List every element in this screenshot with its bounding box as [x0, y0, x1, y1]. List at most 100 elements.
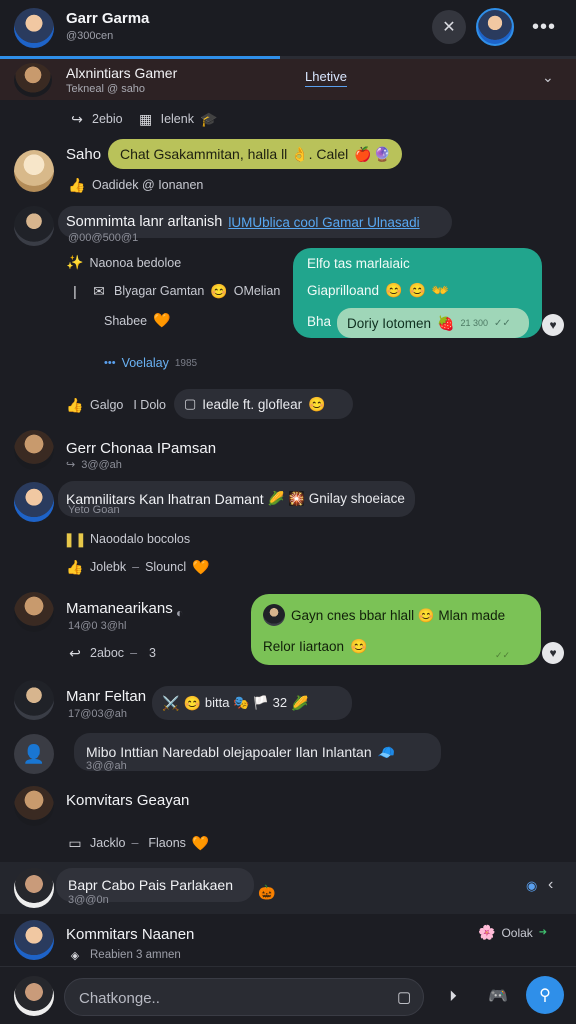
sub-text: Reabien 3 amnen — [90, 949, 181, 961]
pill-text: Doriy Iotomen — [347, 315, 432, 331]
sender-name: Bapr Cabo Pais Parlakaen — [68, 877, 233, 893]
quoted-pill[interactable]: Doriy Iotomen 🍓 21 300 ✓✓ — [337, 308, 529, 338]
book-icon[interactable]: ▦ — [137, 110, 155, 128]
tools-button[interactable]: ✕ — [432, 10, 466, 44]
reaction-emoji: 😊 — [183, 694, 201, 711]
message-time: 17@03@ah — [68, 708, 128, 720]
meta-row: 🌸 Oolak ➜ — [478, 924, 547, 941]
reaction-emoji: 😊 — [210, 282, 228, 299]
composer-input-wrap: ▢ — [64, 978, 424, 1016]
message-link[interactable]: lUMUblica cool Gamar Ulnasadi — [228, 215, 419, 230]
message-text: 🌽 🎇 Gnilay shoeiace — [267, 491, 405, 506]
reply-icon[interactable]: ↪ — [68, 110, 86, 128]
reaction-emoji: 👐 — [431, 282, 450, 298]
globe-icon[interactable]: ◉ — [526, 878, 537, 894]
reaction-button[interactable]: ♥ — [542, 314, 564, 336]
avatar[interactable] — [14, 920, 54, 960]
mic-button[interactable]: ⚲ — [526, 976, 564, 1014]
thumb-icon[interactable]: 👍 — [66, 396, 84, 414]
audio-icon[interactable]: ◐ — [176, 606, 183, 620]
avatar[interactable] — [14, 868, 54, 908]
message-time: Yeto Goan — [68, 504, 120, 516]
time-text: 3@@ah — [81, 458, 122, 471]
message-text: bitta 🎭 🏳️ 32 — [204, 695, 288, 710]
bubble-line-row: Giaprilloand 😊 😊 👐 — [307, 282, 449, 299]
react-label: I Dolo — [133, 398, 167, 412]
message-text: Chat Gsakammitan, halla ll 👌. Calel — [120, 145, 349, 162]
outgoing-bubble[interactable]: Gayn cnes bbar hlall 😊 Mlan made Relor I… — [251, 594, 541, 665]
header-subtitle: @300cen — [66, 30, 114, 42]
chevron-left-icon[interactable]: ‹ — [548, 876, 553, 894]
profile-avatar[interactable] — [476, 8, 514, 46]
bubble-avatar — [263, 604, 285, 626]
avatar[interactable] — [14, 150, 54, 192]
message-text: Mibo Inttian Naredabl olejapoaler Ilan I… — [86, 744, 372, 760]
meta-row: ▭ Jacklo – Flaons 🧡 — [66, 834, 209, 852]
bubble-line: Gayn cnes bbar hlall 😊 Mlan made — [291, 608, 506, 623]
reaction-emoji: 😊 — [308, 395, 326, 412]
message-input[interactable] — [79, 987, 379, 1009]
reaction-emoji: 🧡 — [153, 312, 171, 328]
meta-row: 👍 Jolebk – Slouncl 🧡 — [66, 558, 210, 576]
attach-icon[interactable]: ▢ — [397, 988, 411, 1006]
thumb-icon[interactable]: 👍 — [66, 558, 84, 576]
pinned-subtitle: Tekneal @ saho — [66, 83, 146, 95]
meta-row: ↩ 2aboc – 3 — [66, 644, 156, 662]
avatar[interactable] — [14, 592, 54, 632]
arrow-icon: ➜ — [538, 927, 548, 938]
video-button[interactable]: ⏵ — [440, 982, 466, 1010]
chat-icon[interactable]: ▭ — [66, 834, 84, 852]
reaction-emoji: 🧡 — [191, 834, 210, 851]
meta-row: ✨ Naonoa bedoloe — [66, 254, 181, 271]
sender-name: Sommimta lanr arltanish — [66, 214, 223, 230]
pause-icon: ❚❚ — [63, 530, 87, 547]
dash-icon: – — [131, 836, 139, 850]
tag-icon: ◈ — [70, 949, 80, 962]
chat-icon: ✉ — [93, 282, 105, 299]
bubble-line: Giaprilloand — [307, 283, 380, 298]
avatar[interactable] — [14, 680, 54, 720]
gamepad-button[interactable]: 🎮 — [484, 982, 512, 1010]
sender-name: Komvitars Geayan — [66, 792, 190, 809]
avatar[interactable] — [14, 430, 54, 470]
avatar[interactable] — [14, 786, 54, 826]
message-bubble[interactable]: Mibo Inttian Naredabl olejapoaler Ilan I… — [74, 733, 441, 771]
message-time: 14@0 3@hl — [68, 620, 127, 632]
header-avatar[interactable] — [14, 8, 54, 48]
reaction-emoji: 😊 — [385, 282, 403, 298]
outgoing-bubble[interactable]: Elfo tas marlaiaic Giaprilloand 😊 😊 👐 Bh… — [293, 248, 542, 338]
pinned-title: Alxnintiars Gamer — [66, 65, 178, 81]
reply-icon[interactable]: ↩ — [66, 644, 84, 662]
meta-text: 3 — [149, 646, 156, 660]
heart-check-icon: ♥ — [549, 318, 557, 332]
meta-row: ↪ 2ebio ▦ Ielenk 🎓 — [68, 110, 217, 128]
heart-check-icon: ♥ — [549, 646, 557, 660]
avatar[interactable]: 👤 — [14, 734, 54, 774]
bubble-line: Bha — [307, 314, 332, 329]
double-check-icon: ✓✓ — [494, 317, 511, 329]
meta-text: 2aboc — [90, 646, 125, 660]
message-bubble[interactable]: Chat Gsakammitan, halla ll 👌. Calel 🍎 🔮 — [108, 139, 402, 169]
reaction-line: Oadidek @ Ionanen — [92, 178, 204, 192]
more-button[interactable]: ••• — [526, 10, 562, 44]
avatar[interactable] — [14, 482, 54, 522]
composer-avatar[interactable] — [14, 976, 54, 1016]
reaction-emoji: 🎃 — [258, 884, 276, 900]
meta-right: Ielenk — [160, 112, 194, 126]
reaction-emoji: 🧡 — [192, 558, 210, 575]
sender-name: Saho — [66, 146, 102, 163]
chevron-down-icon[interactable]: ⌄ — [542, 69, 554, 86]
reaction-emoji: 🔮 — [373, 145, 392, 162]
thumb-icon[interactable]: 👍 — [68, 176, 86, 194]
line-text: Jolebk — [90, 560, 127, 574]
pinned-bar[interactable]: Alxnintiars Gamer Tekneal @ saho Lhetive… — [0, 59, 576, 100]
reaction-button[interactable]: ♥ — [542, 642, 564, 664]
avatar[interactable] — [14, 206, 54, 246]
tab-active[interactable]: Lhetive — [305, 69, 347, 87]
pill-time: 21 300 — [460, 318, 489, 328]
reaction-pill[interactable]: ▢ Ieadle ft. gloflear 😊 — [174, 389, 353, 419]
message-link[interactable]: Voelalay — [122, 356, 169, 370]
pinned-avatar — [14, 63, 52, 97]
tools-icon: ✕ — [442, 19, 456, 36]
message-bubble[interactable]: ⚔️ 😊 bitta 🎭 🏳️ 32 🌽 — [152, 686, 352, 720]
